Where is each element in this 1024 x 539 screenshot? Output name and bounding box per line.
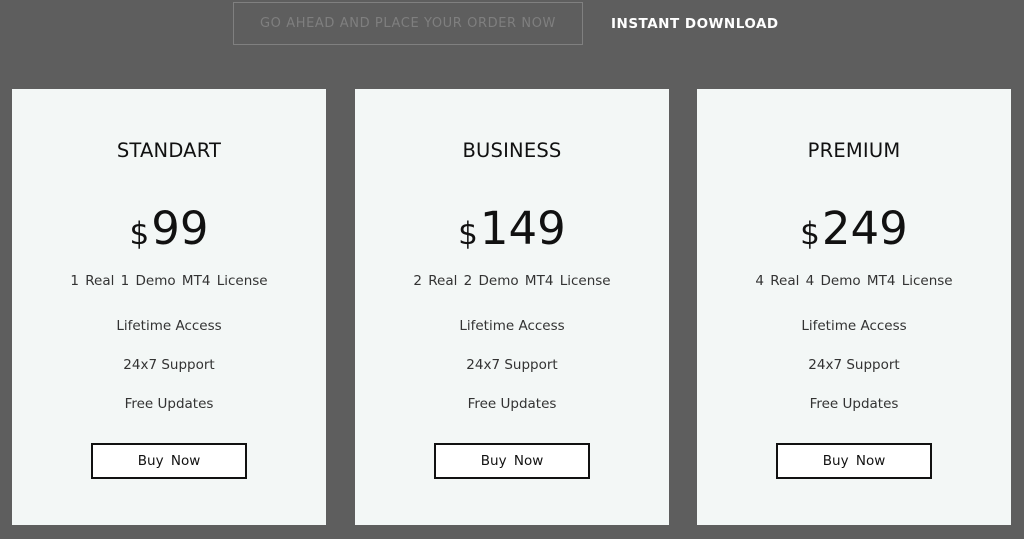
plan-price: $249: [697, 201, 1011, 267]
feature-item: Free Updates: [124, 396, 214, 412]
price-amount: 249: [821, 202, 908, 255]
buy-now-button[interactable]: Buy Now: [434, 443, 590, 479]
feature-item: 24x7 Support: [808, 357, 900, 373]
buy-now-button[interactable]: Buy Now: [776, 443, 932, 479]
pricing-card-standart: STANDART $99 1 Real 1 Demo MT4 License L…: [12, 89, 326, 525]
plan-title: STANDART: [116, 139, 222, 162]
place-order-button[interactable]: GO AHEAD AND PLACE YOUR ORDER NOW: [233, 2, 583, 45]
plan-title: PREMIUM: [807, 139, 901, 162]
price-amount: 149: [479, 202, 566, 255]
buy-now-button[interactable]: Buy Now: [91, 443, 247, 479]
pricing-card-business: BUSINESS $149 2 Real 2 Demo MT4 License …: [355, 89, 669, 525]
top-bar: GO AHEAD AND PLACE YOUR ORDER NOW INSTAN…: [0, 0, 1024, 60]
feature-item: Lifetime Access: [116, 318, 222, 334]
price-amount: 99: [151, 202, 209, 255]
feature-item: Lifetime Access: [801, 318, 907, 334]
pricing-card-premium: PREMIUM $249 4 Real 4 Demo MT4 License L…: [697, 89, 1011, 525]
plan-title: BUSINESS: [462, 139, 562, 162]
feature-item: 24x7 Support: [123, 357, 215, 373]
instant-download-label: INSTANT DOWNLOAD: [611, 16, 779, 32]
currency-symbol: $: [129, 216, 150, 252]
feature-item: Free Updates: [467, 396, 557, 412]
license-text: 4 Real 4 Demo MT4 License: [755, 273, 953, 289]
feature-item: Free Updates: [809, 396, 899, 412]
currency-symbol: $: [458, 216, 478, 252]
plan-price: $99: [12, 201, 326, 267]
license-text: 1 Real 1 Demo MT4 License: [70, 273, 268, 289]
license-text: 2 Real 2 Demo MT4 License: [413, 273, 611, 289]
plan-price: $149: [355, 201, 669, 267]
currency-symbol: $: [800, 216, 820, 252]
feature-item: 24x7 Support: [466, 357, 558, 373]
feature-item: Lifetime Access: [459, 318, 565, 334]
